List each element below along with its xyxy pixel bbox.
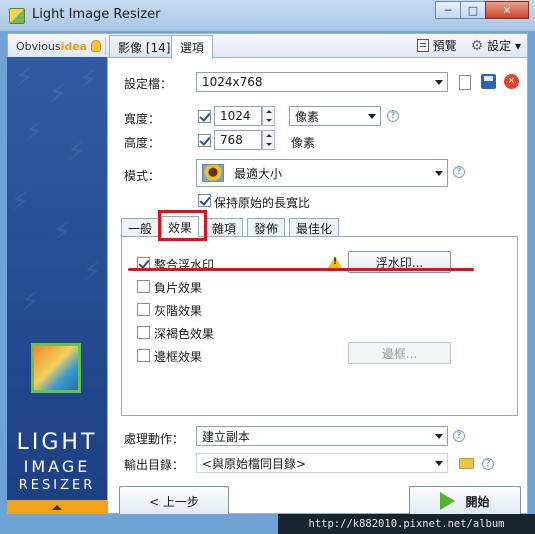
tab-options[interactable]: 選項 (171, 35, 214, 59)
preview-button[interactable]: 預覽 (416, 37, 457, 54)
top-tab-strip: Obvious idea 影像 [14] 選項 預覽 ⚙ 設定 ▾ (7, 33, 528, 59)
title-bar: Light Image Resizer ─ □ ✕ (0, 0, 535, 32)
preview-icon (416, 39, 429, 52)
border-button[interactable]: 邊框... (348, 342, 451, 364)
delete-icon[interactable]: ✕ (504, 74, 519, 89)
start-button[interactable]: 開始 (409, 486, 521, 516)
window-title: Light Image Resizer (32, 7, 161, 22)
tab-publish[interactable]: 發佈 (247, 218, 286, 237)
height-checkbox[interactable] (198, 134, 211, 147)
profile-label: 設定檔： (124, 77, 173, 91)
resize-photo-icon (31, 343, 81, 393)
height-stepper[interactable] (262, 130, 275, 150)
effect-label-border: 邊框效果 (154, 350, 203, 364)
height-label: 高度： (124, 136, 161, 150)
back-button[interactable]: < 上一步 (119, 486, 229, 516)
collapse-toggle[interactable] (7, 500, 107, 514)
gear-icon: ⚙ (470, 37, 484, 54)
folder-icon[interactable] (459, 458, 474, 469)
output-value: <與原始檔同目錄> (202, 456, 307, 471)
chevron-down-icon (435, 434, 443, 439)
effect-checkbox-border[interactable] (137, 349, 150, 362)
obviousidea-logo: Obvious idea (12, 37, 107, 55)
window-controls: ─ □ ✕ (435, 1, 529, 19)
mode-label: 模式： (124, 169, 161, 183)
width-stepper[interactable] (262, 106, 275, 126)
tab-effects[interactable]: 效果 (161, 216, 200, 237)
output-select[interactable]: <與原始檔同目錄> (196, 453, 448, 473)
profile-value: 1024x768 (202, 75, 263, 89)
action-select[interactable]: 建立副本 (196, 426, 448, 446)
url-watermark: http://k882010.pixnet.net/album (278, 514, 535, 534)
height-input[interactable]: 768 (214, 130, 262, 150)
sunflower-icon (202, 164, 224, 182)
help-icon[interactable]: ? (482, 458, 494, 470)
chevron-down-icon (368, 114, 376, 119)
logo-accent: idea (60, 39, 88, 53)
start-label: 開始 (465, 494, 490, 509)
chevron-down-icon (435, 461, 443, 466)
options-panel: 設定檔： 1024x768 ✕ 寬度： 1024 像素 ? 高度： 768 像素… (107, 57, 528, 516)
lightbulb-icon (91, 40, 102, 52)
unit-select[interactable]: 像素 (289, 106, 381, 126)
tab-optimize[interactable]: 最佳化 (289, 218, 340, 237)
output-label: 輸出目錄： (124, 458, 185, 472)
tab-misc[interactable]: 雜項 (205, 218, 244, 237)
play-icon (440, 492, 456, 510)
unit-value: 像素 (295, 109, 320, 124)
maximize-button[interactable]: □ (460, 1, 486, 19)
profile-select[interactable]: 1024x768 (196, 72, 448, 92)
effect-checkbox-negative[interactable] (137, 280, 150, 293)
width-label: 寬度： (124, 112, 161, 126)
brand-line-1: LIGHT (16, 430, 98, 455)
tab-general[interactable]: 一般 (121, 218, 160, 237)
logo-prefix: Obvious (16, 39, 61, 53)
effect-checkbox-sepia[interactable] (137, 326, 150, 339)
effect-checkbox-grayscale[interactable] (137, 303, 150, 316)
effect-label-grayscale: 灰階效果 (154, 304, 203, 318)
settings-label: 設定 ▾ (487, 39, 521, 53)
app-icon (9, 8, 25, 24)
keep-ratio-label: 保持原始的長寬比 (214, 196, 311, 210)
effects-panel: 整合浮水印 浮水印... 負片效果 灰階效果 深褐色效果 邊框效果 邊框... (121, 236, 518, 416)
top-actions: 預覽 ⚙ 設定 ▾ (416, 37, 521, 54)
mode-value: 最適大小 (234, 166, 283, 181)
warning-icon (328, 256, 342, 268)
help-icon[interactable]: ? (453, 430, 465, 442)
help-icon[interactable]: ? (387, 110, 399, 122)
branding-panel: ⚡ ⚡ ⚡ ⚡ ⚡ ⚡ ⚡ ⚡ ⚡ LIGHT IMAGE RESIZER (7, 57, 107, 514)
action-label: 處理動作： (124, 432, 185, 446)
effect-label-sepia: 深褐色效果 (154, 327, 215, 341)
brand-line-3: RESIZER (18, 478, 96, 493)
tab-images[interactable]: 影像 [14] (109, 35, 180, 58)
save-icon[interactable] (481, 74, 496, 89)
settings-button[interactable]: ⚙ 設定 ▾ (471, 37, 521, 54)
brand-line-2: IMAGE (23, 457, 91, 476)
action-value: 建立副本 (202, 429, 251, 444)
preview-label: 預覽 (432, 39, 457, 53)
height-unit-label: 像素 (291, 136, 316, 150)
close-button[interactable]: ✕ (485, 1, 529, 19)
chevron-down-icon (435, 171, 443, 176)
new-profile-icon[interactable] (459, 75, 471, 90)
chevron-down-icon (435, 80, 443, 85)
help-icon[interactable]: ? (453, 166, 465, 178)
effect-label-negative: 負片效果 (154, 281, 203, 295)
keep-ratio-checkbox[interactable] (198, 194, 211, 207)
watermark-underline (128, 268, 474, 271)
chevron-up-icon (52, 504, 62, 510)
width-input[interactable]: 1024 (214, 106, 262, 126)
width-checkbox[interactable] (198, 110, 211, 123)
minimize-button[interactable]: ─ (435, 1, 461, 19)
mode-select[interactable]: 最適大小 (196, 159, 448, 187)
